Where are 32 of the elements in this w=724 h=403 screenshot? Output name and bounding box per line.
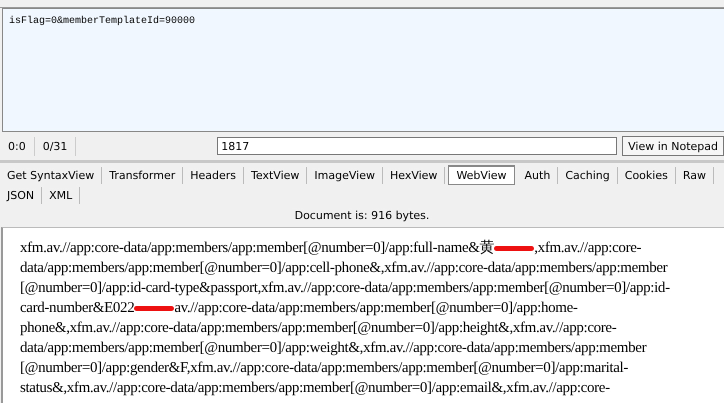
tab[interactable]: Cookies (618, 166, 676, 184)
tab[interactable]: WebView (448, 165, 515, 185)
response-text: status&,xfm.av.//app:core-data/app:members/app:member[@number=0]/app:email&,xfm.av.//app:core- (20, 380, 610, 396)
tab[interactable]: Headers (183, 166, 244, 184)
tab[interactable]: Auth (518, 166, 558, 184)
match-count: 0/31 (34, 136, 76, 156)
redaction-mark (134, 306, 174, 312)
search-field[interactable]: 1817 (217, 137, 618, 155)
response-text: ,xfm.av.//app:core- (534, 240, 642, 256)
response-text: [@number=0]/app:gender&F,xfm.av.//app:core-data/app:members/app:member[@number=0]/app:marital- (20, 360, 628, 376)
tab[interactable]: JSON (0, 186, 42, 204)
request-body-text: isFlag=0&memberTemplateId=90000 (9, 16, 196, 27)
cursor-position: 0:0 (0, 136, 35, 156)
response-text: data/app:members/app:member[@number=0]/app:weight&,xfm.av.//app:core-data/app:members/app:member (20, 340, 646, 356)
tab[interactable]: XML (42, 186, 80, 204)
view-in-notepad-button[interactable]: View in Notepad (622, 136, 724, 156)
tab[interactable]: Transformer (102, 166, 184, 184)
response-text: data/app:members/app:member[@number=0]/app:cell-phone&,xfm.av.//app:core-data/app:members/app:member (20, 260, 668, 276)
tab[interactable]: HexView (382, 166, 446, 184)
tab[interactable]: Raw (676, 166, 714, 184)
document-size-text: Document is: 916 bytes. (294, 208, 430, 224)
tab[interactable]: ImageView (307, 166, 383, 184)
response-text: phone&,xfm.av.//app:core-data/app:members/app:member[@number=0]/app:height&,xfm.av.//app:core- (20, 320, 616, 336)
response-text: card-number&E022 (20, 300, 134, 316)
request-body-area[interactable]: isFlag=0&memberTemplateId=90000 (2, 8, 724, 132)
response-text: xfm.av.//app:core-data/app:members/app:member[@number=0]/app:full-name&黄 (20, 240, 494, 256)
tab[interactable]: Get SyntaxView (0, 166, 102, 184)
redaction-mark (494, 246, 534, 252)
tab[interactable]: TextView (244, 166, 308, 184)
response-text: av.//app:core-data/app:members/app:member[@number=0]/app:home- (174, 300, 578, 316)
response-text: [@number=0]/app:id-card-type&passport,xfm.av.//app:core-data/app:members/app:member[@number=0]/app:id- (20, 280, 670, 296)
tab[interactable]: Caching (558, 166, 618, 184)
